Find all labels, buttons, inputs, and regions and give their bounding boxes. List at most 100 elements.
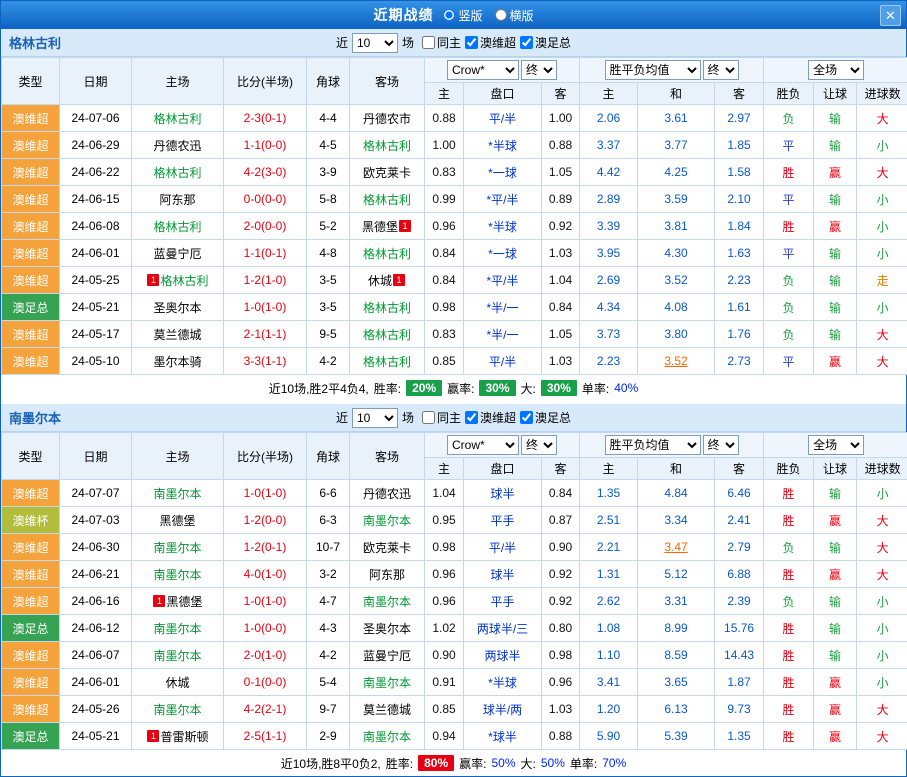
column-header: 让球 xyxy=(814,458,857,480)
avg-type-select[interactable]: 胜平负均值 xyxy=(605,60,701,80)
match-date: 24-05-21 xyxy=(60,294,132,321)
layout-radio-input[interactable] xyxy=(443,9,455,21)
checkbox-input[interactable] xyxy=(520,36,533,49)
avg-win: 1.10 xyxy=(580,642,638,669)
layout-radio-option[interactable]: 竖版 xyxy=(443,7,482,24)
recent-results-window: 近期战绩 竖版横版 ✕ 格林古利 近 10 场 同主澳维超澳足总 类型日期主场比… xyxy=(0,0,907,777)
league-badge: 澳足总 xyxy=(2,615,60,642)
corner-score: 5-8 xyxy=(307,186,350,213)
league-badge: 澳维超 xyxy=(2,669,60,696)
result-handicap: 赢 xyxy=(814,669,857,696)
home-team: 南墨尔本 xyxy=(132,561,224,588)
result-goals: 大 xyxy=(857,321,907,348)
team-name: 南墨尔本 xyxy=(363,730,411,744)
avg-win: 2.23 xyxy=(580,348,638,375)
result-wdl: 胜 xyxy=(764,615,814,642)
section-team-name: 格林古利 xyxy=(9,33,61,52)
table-row: 澳维杯24-07-03黑德堡1-2(0-0)6-3南墨尔本0.95平手0.872… xyxy=(2,507,907,534)
handicap-line: 平/半 xyxy=(464,534,542,561)
table-row: 澳足总24-06-12南墨尔本1-0(0-0)4-3圣奥尔本1.02两球半/三0… xyxy=(2,615,907,642)
checkbox-input[interactable] xyxy=(520,411,533,424)
corner-score: 4-3 xyxy=(307,615,350,642)
stat-value: 30% xyxy=(479,380,515,396)
team-section: 南墨尔本 近 10 场 同主澳维超澳足总 类型日期主场比分(半场)角球客场Cro… xyxy=(1,404,906,776)
avg-type-select[interactable]: 胜平负均值 xyxy=(605,435,701,455)
filter-checkbox-option[interactable]: 澳维超 xyxy=(465,409,516,426)
match-date: 24-07-07 xyxy=(60,480,132,507)
stat-value: 80% xyxy=(418,755,454,771)
filter-checkbox-option[interactable]: 同主 xyxy=(422,409,461,426)
handicap-home-odds: 0.94 xyxy=(425,723,464,750)
topbar: 近期战绩 竖版横版 ✕ xyxy=(1,1,906,29)
filter-checkbox-option[interactable]: 澳足总 xyxy=(520,409,571,426)
handicap-away-odds: 1.03 xyxy=(542,240,580,267)
section-footer: 近10场,胜2平4负4,胜率:20%赢率:30%大:30%单率:40% xyxy=(1,375,906,401)
layout-radio-input[interactable] xyxy=(495,9,507,21)
scope-select[interactable]: 全场 xyxy=(808,435,864,455)
away-team: 格林古利 xyxy=(350,132,425,159)
layout-radio-option[interactable]: 横版 xyxy=(495,7,534,24)
handicap-away-odds: 0.88 xyxy=(542,723,580,750)
checkbox-input[interactable] xyxy=(422,36,435,49)
score: 1-2(1-0) xyxy=(224,267,307,294)
result-handicap: 赢 xyxy=(814,696,857,723)
scope-select[interactable]: 全场 xyxy=(808,60,864,80)
company-select[interactable]: Crow* xyxy=(447,60,519,80)
avg-lose: 2.79 xyxy=(715,534,764,561)
league-badge: 澳维超 xyxy=(2,240,60,267)
handicap-away-odds: 0.84 xyxy=(542,294,580,321)
score: 2-1(1-1) xyxy=(224,321,307,348)
away-team: 丹德农迅 xyxy=(350,480,425,507)
team-name: 南墨尔本 xyxy=(153,649,201,663)
corner-score: 5-2 xyxy=(307,213,350,240)
handicap-away-odds: 0.92 xyxy=(542,561,580,588)
result-goals: 大 xyxy=(857,696,907,723)
checkbox-input[interactable] xyxy=(465,36,478,49)
result-goals: 小 xyxy=(857,294,907,321)
section-header: 南墨尔本 近 10 场 同主澳维超澳足总 xyxy=(1,404,906,432)
match-count-select[interactable]: 10 xyxy=(352,33,398,53)
team-name: 格林古利 xyxy=(160,274,208,288)
final-select[interactable]: 终 xyxy=(521,60,557,80)
score: 4-2(3-0) xyxy=(224,159,307,186)
result-goals: 大 xyxy=(857,507,907,534)
match-count-select[interactable]: 10 xyxy=(352,408,398,428)
avg-draw: 5.39 xyxy=(638,723,715,750)
column-header: 类型 xyxy=(2,58,60,105)
final-select[interactable]: 终 xyxy=(521,435,557,455)
checkbox-input[interactable] xyxy=(422,411,435,424)
avg-draw: 8.99 xyxy=(638,615,715,642)
near-label: 近 xyxy=(336,34,348,51)
checkbox-input[interactable] xyxy=(465,411,478,424)
team-name: 格林古利 xyxy=(153,166,201,180)
handicap-home-odds: 0.96 xyxy=(425,588,464,615)
result-wdl: 平 xyxy=(764,132,814,159)
avg-draw: 3.47 xyxy=(638,534,715,561)
filter-checkbox-option[interactable]: 澳足总 xyxy=(520,34,571,51)
result-handicap: 输 xyxy=(814,240,857,267)
home-team: 1格林古利 xyxy=(132,267,224,294)
avg-draw: 3.59 xyxy=(638,186,715,213)
avg-final-select[interactable]: 终 xyxy=(703,435,739,455)
team-name: 墨尔本骑 xyxy=(153,355,201,369)
company-select[interactable]: Crow* xyxy=(447,435,519,455)
home-team: 阿东那 xyxy=(132,186,224,213)
team-name: 南墨尔本 xyxy=(153,541,201,555)
layout-radio-group: 竖版横版 xyxy=(443,7,533,24)
checkbox-label: 同主 xyxy=(437,34,461,51)
close-icon[interactable]: ✕ xyxy=(880,5,901,26)
league-badge: 澳维超 xyxy=(2,348,60,375)
league-badge: 澳维超 xyxy=(2,561,60,588)
handicap-away-odds: 0.88 xyxy=(542,132,580,159)
team-name: 南墨尔本 xyxy=(153,568,201,582)
avg-final-select[interactable]: 终 xyxy=(703,60,739,80)
avg-win: 2.21 xyxy=(580,534,638,561)
avg-lose: 2.23 xyxy=(715,267,764,294)
filter-checkbox-option[interactable]: 同主 xyxy=(422,34,461,51)
avg-lose: 1.84 xyxy=(715,213,764,240)
avg-win: 2.51 xyxy=(580,507,638,534)
result-goals: 大 xyxy=(857,348,907,375)
handicap-away-odds: 1.04 xyxy=(542,267,580,294)
filter-checkbox-option[interactable]: 澳维超 xyxy=(465,34,516,51)
team-name: 休城 xyxy=(165,676,189,690)
